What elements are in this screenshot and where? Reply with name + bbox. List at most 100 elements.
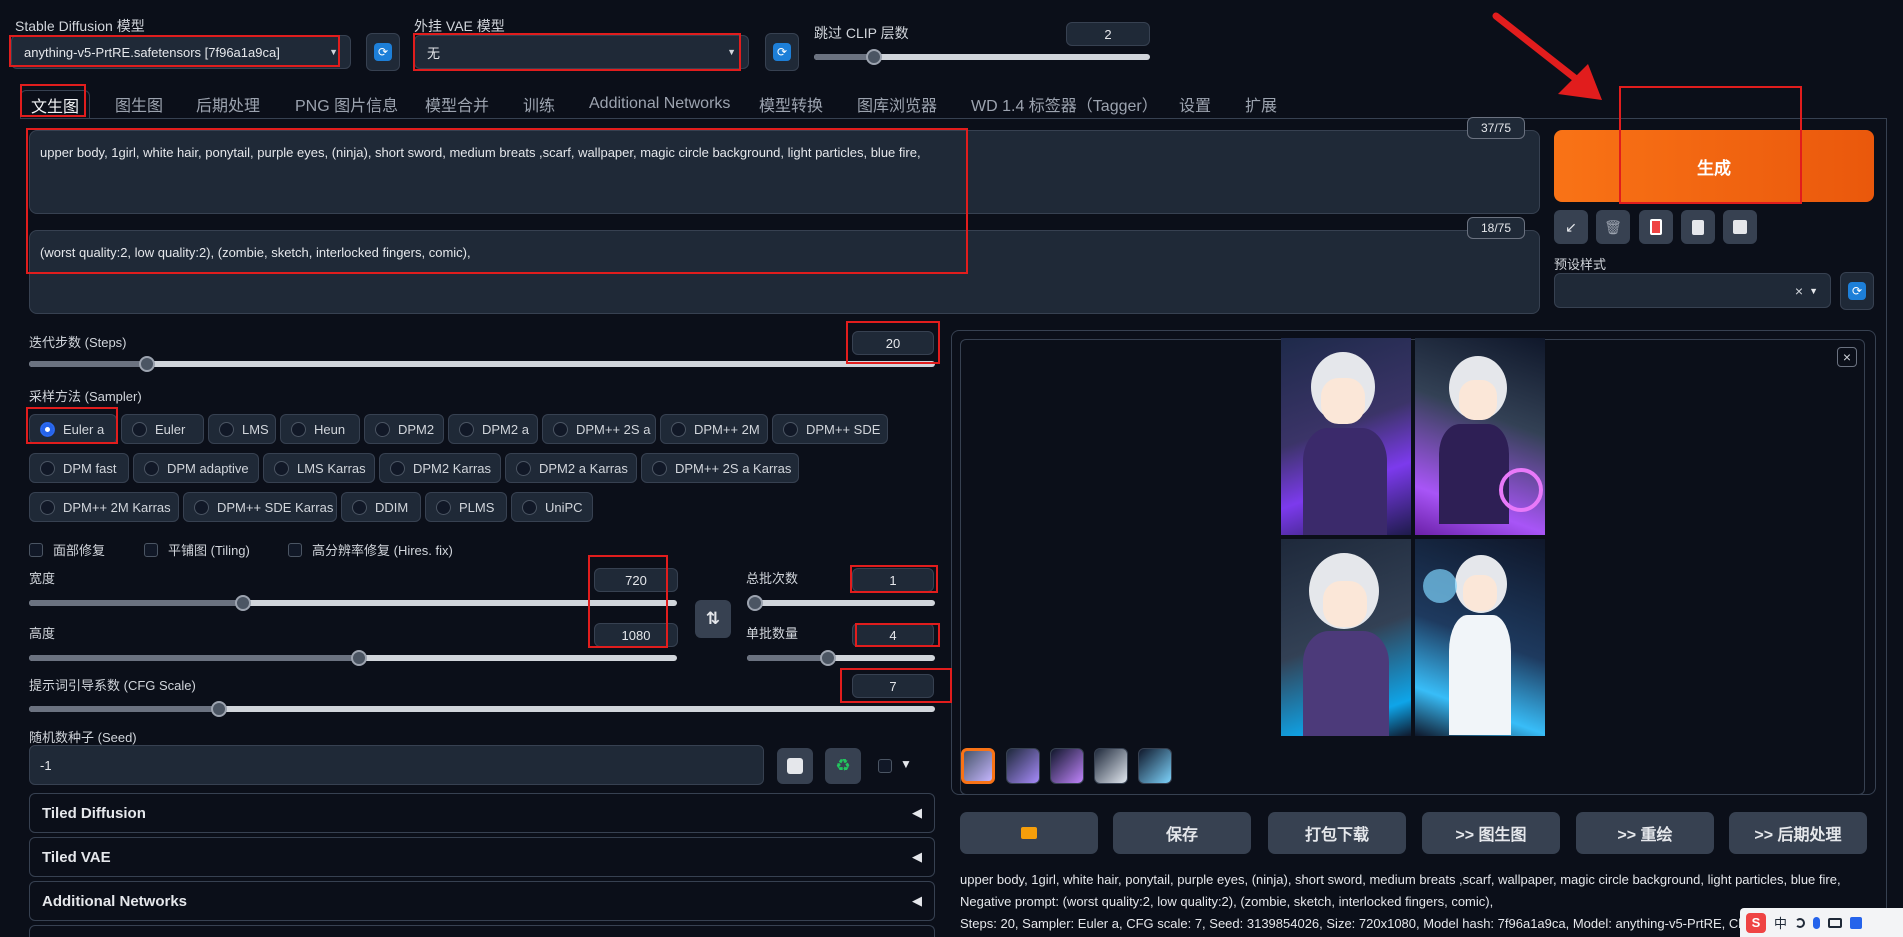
cfg-input[interactable]: 7 <box>852 674 934 698</box>
steps-input[interactable]: 20 <box>852 331 934 355</box>
output-image[interactable] <box>1281 338 1411 535</box>
width-slider[interactable] <box>29 595 677 611</box>
slider-knob[interactable] <box>138 356 155 372</box>
read-params-button[interactable]: ↙ <box>1554 210 1588 244</box>
sampler-option[interactable]: DPM++ SDE Karras <box>183 492 337 522</box>
sampler-option[interactable]: Euler a <box>29 414 117 444</box>
gallery-thumbnail[interactable] <box>1094 748 1128 784</box>
accordion-tiled-vae[interactable]: Tiled VAE ◀ <box>29 837 935 877</box>
output-image[interactable] <box>1281 539 1411 736</box>
tiling-checkbox[interactable]: 平铺图 (Tiling) <box>144 540 250 559</box>
gallery-thumbnail[interactable] <box>1138 748 1172 784</box>
height-input[interactable]: 1080 <box>594 623 678 647</box>
sampler-option[interactable]: DPM++ 2S a <box>542 414 656 444</box>
slider-knob[interactable] <box>819 650 836 666</box>
sampler-option[interactable]: DPM2 a Karras <box>505 453 637 483</box>
slider-knob[interactable] <box>351 650 368 666</box>
slider-knob[interactable] <box>866 49 883 65</box>
microphone-icon[interactable] <box>1813 916 1821 929</box>
swap-dimensions-button[interactable]: ⇅ <box>695 600 731 638</box>
sampler-option[interactable]: DPM++ 2M <box>660 414 768 444</box>
tab-train[interactable]: 训练 <box>523 90 555 118</box>
reuse-seed-button[interactable]: ♻ <box>825 748 861 784</box>
tab-settings[interactable]: 设置 <box>1179 90 1211 118</box>
seed-input[interactable]: -1 <box>29 745 764 785</box>
sampler-option[interactable]: UniPC <box>511 492 593 522</box>
slider-knob[interactable] <box>234 595 251 611</box>
gallery-thumbnail[interactable] <box>1050 748 1084 784</box>
sampler-option[interactable]: Heun <box>280 414 360 444</box>
batch-size-input[interactable]: 4 <box>852 623 934 647</box>
vae-refresh-button[interactable]: ⟳ <box>765 33 799 71</box>
clip-skip-slider[interactable] <box>814 49 1150 65</box>
sampler-option[interactable]: DPM++ 2M Karras <box>29 492 179 522</box>
apply-style-button[interactable] <box>1681 210 1715 244</box>
sampler-option[interactable]: DDIM <box>341 492 421 522</box>
tab-tagger[interactable]: WD 1.4 标签器（Tagger） <box>971 90 1158 118</box>
width-input[interactable]: 720 <box>594 568 678 592</box>
tab-extensions[interactable]: 扩展 <box>1245 90 1277 118</box>
random-seed-button[interactable] <box>777 748 813 784</box>
sampler-option[interactable]: DPM2 a <box>448 414 538 444</box>
sampler-option[interactable]: DPM++ 2S a Karras <box>641 453 799 483</box>
moon-icon[interactable] <box>1795 917 1806 928</box>
clear-prompt-button[interactable]: 🗑 <box>1596 210 1630 244</box>
sampler-option[interactable]: DPM fast <box>29 453 129 483</box>
slider-knob[interactable] <box>746 595 763 611</box>
prompt-textarea[interactable]: upper body, 1girl, white hair, ponytail,… <box>29 130 1540 214</box>
output-image[interactable] <box>1415 338 1545 535</box>
sampler-option[interactable]: DPM2 Karras <box>379 453 501 483</box>
styles-refresh-button[interactable]: ⟳ <box>1840 272 1874 310</box>
tab-img2img[interactable]: 图生图 <box>115 90 163 118</box>
clip-skip-input[interactable]: 2 <box>1066 22 1150 46</box>
vae-select[interactable]: 无 ▼ <box>414 35 749 69</box>
tab-png-info[interactable]: PNG 图片信息 <box>295 90 398 118</box>
tab-extras[interactable]: 后期处理 <box>196 90 260 118</box>
open-folder-button[interactable] <box>960 812 1098 854</box>
save-style-button[interactable] <box>1723 210 1757 244</box>
output-image-grid[interactable] <box>1281 338 1545 736</box>
clear-icon[interactable]: × <box>1795 283 1803 299</box>
batch-size-slider[interactable] <box>747 650 935 666</box>
slider-knob[interactable] <box>211 701 228 717</box>
save-button[interactable]: 保存 <box>1113 812 1251 854</box>
steps-slider[interactable] <box>29 356 935 372</box>
keyboard-icon[interactable] <box>1828 917 1843 928</box>
output-image[interactable] <box>1415 539 1545 736</box>
batch-count-input[interactable]: 1 <box>852 568 934 592</box>
batch-count-slider[interactable] <box>746 595 935 611</box>
tab-model-convert[interactable]: 模型转换 <box>759 90 823 118</box>
extra-seed-checkbox[interactable] <box>878 759 892 773</box>
ime-toolbar[interactable]: S 中 <box>1740 908 1903 937</box>
close-gallery-button[interactable]: × <box>1837 347 1857 367</box>
sampler-option[interactable]: LMS Karras <box>263 453 375 483</box>
sampler-option[interactable]: Euler <box>121 414 204 444</box>
extra-networks-button[interactable] <box>1639 210 1673 244</box>
generate-button[interactable]: 生成 <box>1554 130 1874 202</box>
tab-merge[interactable]: 模型合并 <box>425 90 489 118</box>
tab-gallery[interactable]: 图库浏览器 <box>857 90 937 118</box>
sampler-option[interactable]: DPM++ SDE <box>772 414 888 444</box>
sd-model-select[interactable]: anything-v5-PrtRE.safetensors [7f96a1a9c… <box>11 35 351 69</box>
extra-seed-dropdown-icon[interactable]: ▼ <box>900 757 912 771</box>
accordion-tiled-diffusion[interactable]: Tiled Diffusion ◀ <box>29 793 935 833</box>
tab-txt2img[interactable]: 文生图 <box>20 90 91 118</box>
send-to-extras-button[interactable]: >> 后期处理 <box>1729 812 1867 854</box>
height-slider[interactable] <box>29 650 677 666</box>
gallery-thumbnail[interactable] <box>1006 748 1040 784</box>
sampler-option[interactable]: PLMS <box>425 492 507 522</box>
styles-select[interactable]: × ▼ <box>1554 273 1831 308</box>
send-to-inpaint-button[interactable]: >> 重绘 <box>1576 812 1714 854</box>
cfg-slider[interactable] <box>29 701 935 717</box>
sd-model-refresh-button[interactable]: ⟳ <box>366 33 400 71</box>
ime-lang[interactable]: 中 <box>1774 913 1787 932</box>
zip-download-button[interactable]: 打包下载 <box>1268 812 1406 854</box>
sampler-option[interactable]: DPM adaptive <box>133 453 259 483</box>
accordion-additional-networks[interactable]: Additional Networks ◀ <box>29 881 935 921</box>
gallery-thumbnail[interactable] <box>961 748 995 784</box>
sampler-option[interactable]: DPM2 <box>364 414 444 444</box>
negative-prompt-textarea[interactable]: (worst quality:2, low quality:2), (zombi… <box>29 230 1540 314</box>
face-restore-checkbox[interactable]: 面部修复 <box>29 540 105 559</box>
tab-additional-networks[interactable]: Additional Networks <box>589 90 730 118</box>
grid-icon[interactable] <box>1850 916 1863 929</box>
